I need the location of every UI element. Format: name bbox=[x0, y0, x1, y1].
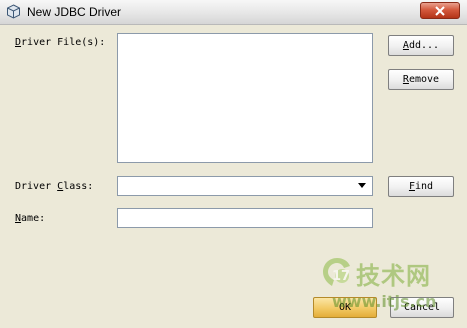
remove-button[interactable]: Remove bbox=[388, 69, 454, 90]
window-title: New JDBC Driver bbox=[27, 5, 122, 19]
cancel-button[interactable]: Cancel bbox=[390, 297, 454, 318]
add-button[interactable]: Add... bbox=[388, 35, 454, 56]
close-icon bbox=[435, 6, 445, 16]
driver-class-combo[interactable] bbox=[117, 176, 373, 196]
driver-class-label: Driver Class: bbox=[15, 181, 94, 192]
ok-button[interactable]: OK bbox=[313, 297, 377, 318]
driver-files-label: Driver File(s): bbox=[15, 37, 106, 48]
name-label: Name: bbox=[15, 213, 46, 224]
svg-text:17: 17 bbox=[332, 269, 350, 284]
close-button[interactable] bbox=[420, 2, 460, 19]
name-field[interactable] bbox=[117, 208, 373, 228]
dropdown-arrow-icon[interactable] bbox=[358, 183, 366, 189]
find-button[interactable]: Find bbox=[388, 176, 454, 197]
watermark-logo-icon: 17 bbox=[323, 258, 350, 286]
watermark-logo-text: 技术网 bbox=[356, 262, 431, 290]
driver-files-list[interactable] bbox=[117, 33, 373, 163]
window-app-icon bbox=[7, 4, 20, 19]
title-bar: New JDBC Driver bbox=[0, 0, 467, 25]
